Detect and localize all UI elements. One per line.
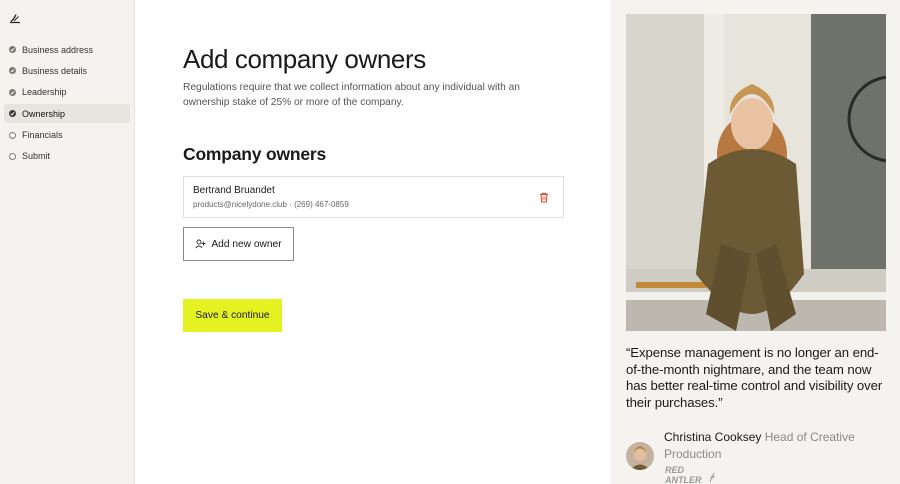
step-label: Leadership	[22, 87, 67, 98]
svg-text:RED: RED	[665, 465, 685, 475]
step-label: Business address	[22, 44, 94, 55]
step-ownership[interactable]: Ownership	[4, 104, 130, 124]
step-complete-check-icon	[9, 88, 16, 96]
brand-logo-icon[interactable]	[9, 12, 21, 24]
testimonial-attribution: Christina Cooksey Head of Creative Produ…	[664, 429, 889, 462]
owner-name: Bertrand Bruandet	[193, 185, 275, 196]
section-title: Company owners	[183, 144, 327, 164]
step-label: Ownership	[22, 108, 66, 119]
delete-owner-trash-icon[interactable]	[539, 192, 549, 203]
step-current-icon	[9, 110, 16, 118]
testimonial-name: Christina Cooksey	[664, 430, 762, 444]
svg-text:ANTLER: ANTLER	[665, 475, 702, 484]
step-business-address[interactable]: Business address	[4, 40, 130, 59]
step-incomplete-circle-icon	[9, 131, 16, 139]
step-incomplete-circle-icon	[9, 152, 16, 160]
step-complete-check-icon	[9, 46, 16, 53]
sidebar: Business address Business details Leader…	[0, 0, 135, 484]
add-person-icon	[195, 239, 206, 249]
page-description: Regulations require that we collect info…	[183, 82, 520, 108]
main-content: Add company owners Regulations require t…	[135, 0, 611, 484]
testimonial-avatar	[626, 442, 654, 470]
step-label: Financials	[22, 130, 63, 141]
red-antler-logo: RED ANTLER	[665, 465, 716, 484]
step-financials[interactable]: Financials	[4, 126, 130, 145]
step-complete-check-icon	[9, 67, 16, 75]
save-continue-button[interactable]: Save & continue	[183, 299, 282, 332]
onboarding-steps: Business address Business details Leader…	[4, 40, 130, 168]
testimonial-photo	[626, 14, 886, 331]
page-title: Add company owners	[183, 44, 426, 74]
step-business-details[interactable]: Business details	[4, 61, 130, 80]
add-new-owner-label: Add new owner	[211, 238, 282, 250]
owner-contact: products@nicelydone.club · (269) 467-085…	[193, 200, 349, 209]
add-new-owner-button[interactable]: Add new owner	[183, 227, 294, 261]
step-leadership[interactable]: Leadership	[4, 83, 130, 102]
testimonial-panel: “Expense management is no longer an end-…	[611, 0, 900, 484]
testimonial-quote: “Expense management is no longer an end-…	[626, 345, 883, 411]
owner-card[interactable]: Bertrand Bruandet products@nicelydone.cl…	[183, 176, 564, 218]
step-label: Business details	[22, 65, 88, 76]
step-label: Submit	[22, 151, 51, 162]
step-submit[interactable]: Submit	[4, 147, 130, 166]
